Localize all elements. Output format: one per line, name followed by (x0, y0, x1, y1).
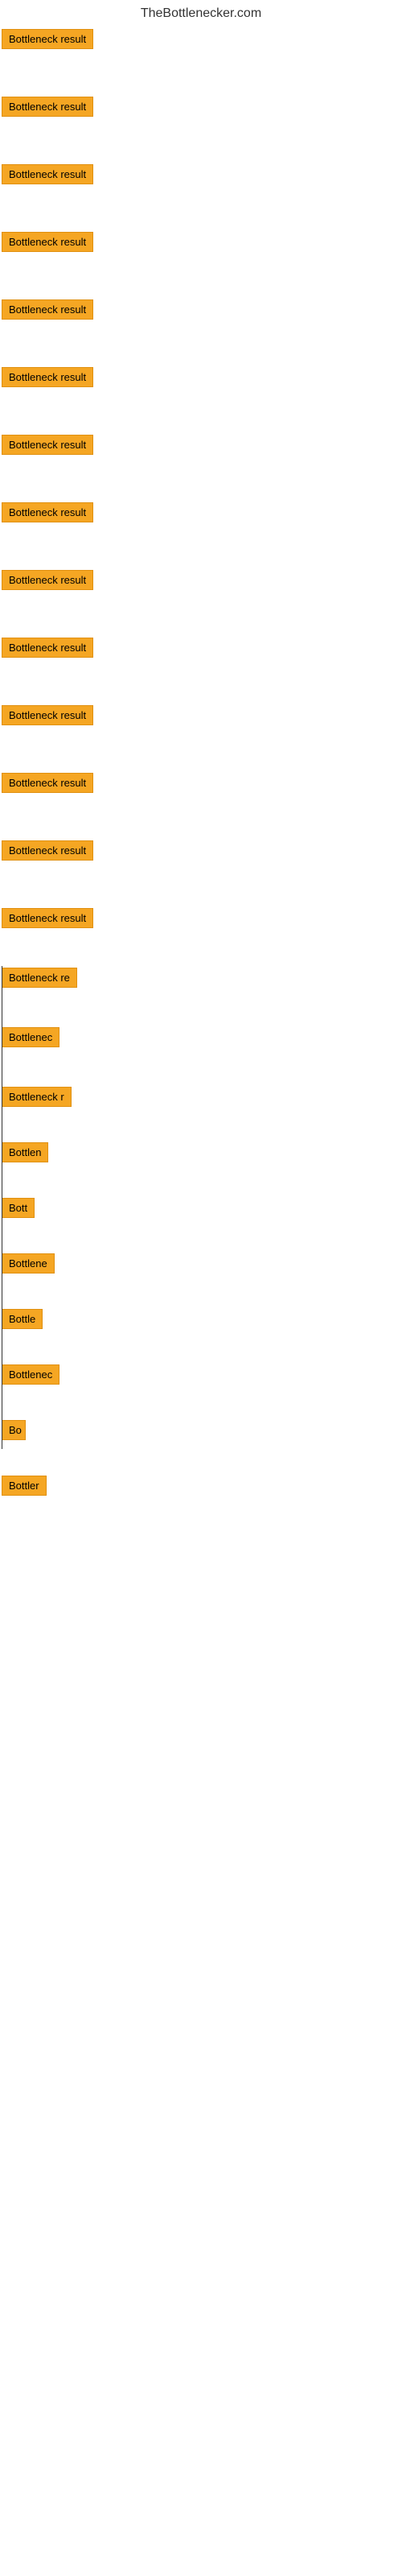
bottleneck-badge[interactable]: Bottleneck result (2, 97, 93, 117)
list-item: Bottleneck result (2, 27, 402, 55)
bottleneck-badge[interactable]: Bottleneck re (2, 968, 77, 988)
bottleneck-badge[interactable]: Bottleneck r (2, 1087, 72, 1107)
list-item: Bottleneck result (2, 365, 402, 393)
bottleneck-badge[interactable]: Bottleneck result (2, 908, 93, 928)
bottleneck-badge[interactable]: Bottleneck result (2, 232, 93, 252)
list-item: Bottleneck result (2, 906, 402, 934)
list-item: Bottlenec (2, 1363, 402, 1390)
bottleneck-badge[interactable]: Bottlenec (2, 1027, 59, 1047)
bottleneck-badge[interactable]: Bottler (2, 1476, 47, 1496)
list-item: Bottleneck r (2, 1085, 402, 1113)
bottleneck-badge[interactable]: Bottleneck result (2, 299, 93, 320)
list-item: Bottle (2, 1307, 402, 1335)
list-item: Bottleneck result (2, 636, 402, 663)
site-title-text: TheBottlenecker.com (141, 6, 261, 20)
list-item: Bottleneck result (2, 568, 402, 596)
list-item: Bottler (2, 1474, 402, 1501)
bottleneck-badge[interactable]: Bottlen (2, 1142, 48, 1162)
list-item: Bottlenec (2, 1026, 402, 1053)
list-item: Bottleneck result (2, 839, 402, 866)
list-item: Bottlen (2, 1141, 402, 1168)
list-item: Bo (2, 1418, 402, 1446)
bottleneck-badge[interactable]: Bottleneck result (2, 29, 93, 49)
bottleneck-badge[interactable]: Bottleneck result (2, 502, 93, 522)
bottleneck-badge[interactable]: Bottlene (2, 1253, 55, 1274)
list-item: Bottleneck result (2, 95, 402, 122)
bottleneck-badge[interactable]: Bottleneck result (2, 773, 93, 793)
bottleneck-badge[interactable]: Bottleneck result (2, 435, 93, 455)
items-container: Bottleneck result Bottleneck result Bottle… (0, 24, 402, 1501)
list-item: Bottleneck result (2, 433, 402, 460)
bottleneck-badge[interactable]: Bott (2, 1198, 35, 1218)
bottleneck-badge[interactable]: Bottleneck result (2, 638, 93, 658)
list-item: Bottleneck result (2, 230, 402, 258)
bottleneck-badge[interactable]: Bo (2, 1420, 26, 1440)
site-title: TheBottlenecker.com (0, 0, 402, 24)
bottleneck-badge[interactable]: Bottleneck result (2, 367, 93, 387)
list-item: Bott (2, 1196, 402, 1224)
list-item: Bottleneck re (2, 966, 402, 993)
bottleneck-badge[interactable]: Bottle (2, 1309, 43, 1329)
list-item: Bottleneck result (2, 298, 402, 325)
bottleneck-badge[interactable]: Bottleneck result (2, 570, 93, 590)
list-item: Bottlene (2, 1252, 402, 1279)
bottleneck-badge[interactable]: Bottleneck result (2, 705, 93, 725)
list-item: Bottleneck result (2, 704, 402, 731)
bottleneck-badge[interactable]: Bottleneck result (2, 164, 93, 184)
bottleneck-badge[interactable]: Bottleneck result (2, 840, 93, 861)
list-item: Bottleneck result (2, 501, 402, 528)
list-item: Bottleneck result (2, 163, 402, 190)
list-item: Bottleneck result (2, 771, 402, 799)
bottleneck-badge[interactable]: Bottlenec (2, 1364, 59, 1385)
